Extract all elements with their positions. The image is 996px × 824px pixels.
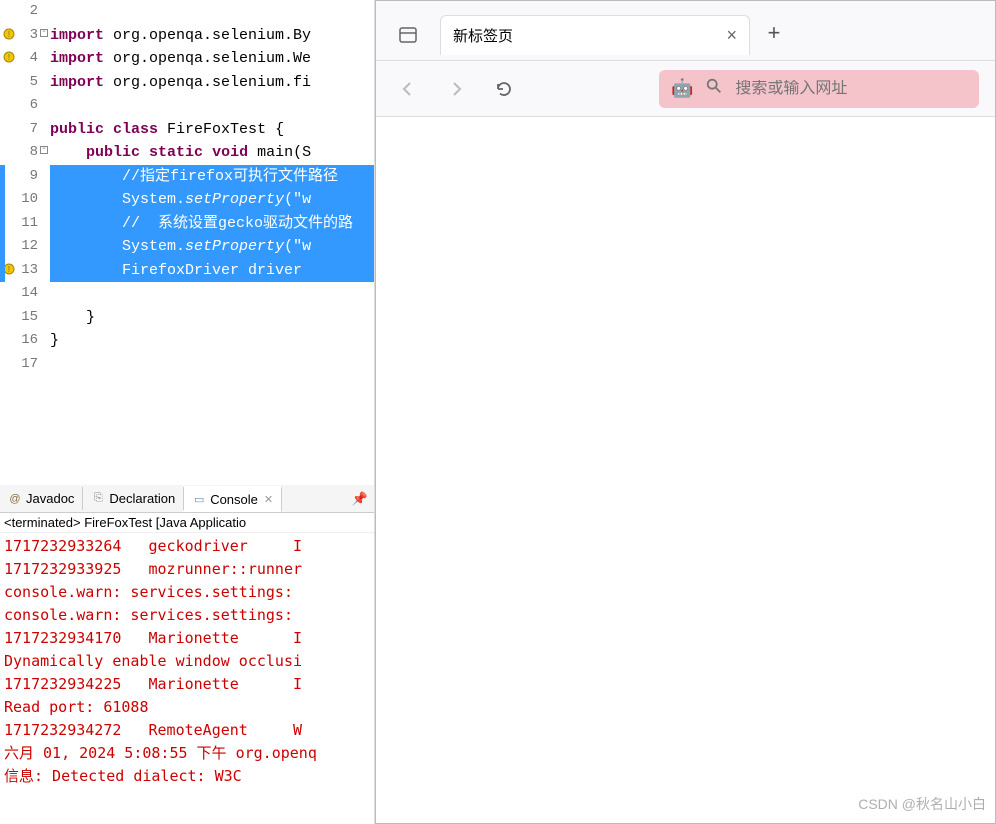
code-line[interactable]: 15 }: [0, 306, 374, 330]
url-input[interactable]: [735, 80, 967, 98]
pin-icon[interactable]: 📌: [352, 491, 368, 507]
tab-label: Console: [210, 492, 258, 507]
code-text: }: [50, 329, 374, 353]
fold-icon[interactable]: -: [40, 146, 48, 154]
line-number: 2: [0, 0, 50, 24]
close-icon[interactable]: ×: [726, 25, 737, 46]
line-number: 4!: [0, 47, 50, 71]
javadoc-icon: @: [8, 492, 22, 506]
reload-button[interactable]: [488, 73, 520, 105]
code-text: [50, 353, 374, 377]
code-text: [50, 282, 374, 306]
tab-label: Declaration: [109, 491, 175, 506]
browser-tabbar: 新标签页 × +: [376, 1, 995, 61]
tab-title: 新标签页: [453, 25, 513, 46]
code-text: System.setProperty("w: [50, 188, 374, 212]
code-text: import org.openqa.selenium.fi: [50, 71, 374, 95]
line-number: 17: [0, 353, 50, 377]
code-line[interactable]: 9 //指定firefox可执行文件路径: [0, 165, 374, 189]
console-line: console.warn: services.settings:: [4, 604, 370, 627]
console-line: 1717232934272 RemoteAgent W: [4, 719, 370, 742]
bottom-tabs: @ Javadoc ⎘ Declaration ▭ Console ✕ 📌: [0, 485, 374, 513]
code-line[interactable]: 6: [0, 94, 374, 118]
svg-text:!: !: [6, 265, 11, 275]
code-line[interactable]: 11 // 系统设置gecko驱动文件的路: [0, 212, 374, 236]
console-line: 1717232934170 Marionette I: [4, 627, 370, 650]
declaration-icon: ⎘: [91, 492, 105, 506]
code-line[interactable]: 12 System.setProperty("w: [0, 235, 374, 259]
line-number: 5: [0, 71, 50, 95]
console-line: 信息: Detected dialect: W3C: [4, 765, 370, 788]
code-line[interactable]: 4!import org.openqa.selenium.We: [0, 47, 374, 71]
code-text: [50, 0, 374, 24]
code-line[interactable]: 13! FirefoxDriver driver: [0, 259, 374, 283]
console-line: 1717232934225 Marionette I: [4, 673, 370, 696]
code-line[interactable]: 14: [0, 282, 374, 306]
tab-declaration[interactable]: ⎘ Declaration: [83, 487, 184, 510]
url-bar[interactable]: 🤖: [659, 70, 979, 108]
code-line[interactable]: 5import org.openqa.selenium.fi: [0, 71, 374, 95]
svg-text:!: !: [6, 30, 11, 40]
tab-console[interactable]: ▭ Console ✕: [184, 486, 282, 512]
console-output[interactable]: 1717232933264 geckodriver I1717232933925…: [0, 533, 374, 790]
robot-icon: 🤖: [671, 78, 693, 99]
browser-content: [376, 117, 995, 823]
browser-window: 新标签页 × + 🤖: [375, 0, 996, 824]
browser-tab[interactable]: 新标签页 ×: [440, 15, 750, 55]
line-number: 11: [0, 212, 50, 236]
warning-icon: !: [2, 50, 16, 64]
fold-icon[interactable]: -: [40, 29, 48, 37]
line-number: 8-: [0, 141, 50, 165]
code-line[interactable]: 8- public static void main(S: [0, 141, 374, 165]
warning-icon: !: [2, 27, 16, 41]
code-text: // 系统设置gecko驱动文件的路: [50, 212, 374, 236]
search-icon: [705, 77, 723, 100]
browser-toolbar: 🤖: [376, 61, 995, 117]
code-text: System.setProperty("w: [50, 235, 374, 259]
console-icon: ▭: [192, 493, 206, 507]
console-line: console.warn: services.settings:: [4, 581, 370, 604]
code-line[interactable]: 2: [0, 0, 374, 24]
code-text: }: [50, 306, 374, 330]
code-line[interactable]: 17: [0, 353, 374, 377]
code-text: import org.openqa.selenium.We: [50, 47, 374, 71]
close-icon[interactable]: ✕: [264, 493, 273, 506]
svg-text:!: !: [6, 53, 11, 63]
line-number: 10: [0, 188, 50, 212]
line-number: 12: [0, 235, 50, 259]
console-status: <terminated> FireFoxTest [Java Applicati…: [0, 513, 374, 533]
line-number: 9: [0, 165, 50, 189]
console-line: Dynamically enable window occlusi: [4, 650, 370, 673]
line-number: 3!-: [0, 24, 50, 48]
ide-panel: 23!-import org.openqa.selenium.By4!impor…: [0, 0, 375, 824]
tab-label: Javadoc: [26, 491, 74, 506]
forward-button[interactable]: [440, 73, 472, 105]
code-line[interactable]: 16}: [0, 329, 374, 353]
code-text: FirefoxDriver driver: [50, 259, 374, 283]
code-editor[interactable]: 23!-import org.openqa.selenium.By4!impor…: [0, 0, 374, 485]
line-number: 7: [0, 118, 50, 142]
watermark: CSDN @秋名山小白: [858, 794, 986, 814]
code-text: public static void main(S: [50, 141, 374, 165]
console-line: 六月 01, 2024 5:08:55 下午 org.openq: [4, 742, 370, 765]
new-tab-button[interactable]: +: [758, 19, 790, 51]
back-button[interactable]: [392, 73, 424, 105]
code-line[interactable]: 10 System.setProperty("w: [0, 188, 374, 212]
code-text: import org.openqa.selenium.By: [50, 24, 374, 48]
code-text: [50, 94, 374, 118]
line-number: 14: [0, 282, 50, 306]
sidebar-toggle-icon[interactable]: [392, 19, 424, 51]
line-number: 15: [0, 306, 50, 330]
line-number: 6: [0, 94, 50, 118]
console-line: 1717232933925 mozrunner::runner: [4, 558, 370, 581]
console-line: 1717232933264 geckodriver I: [4, 535, 370, 558]
line-number: 16: [0, 329, 50, 353]
console-line: Read port: 61088: [4, 696, 370, 719]
tab-javadoc[interactable]: @ Javadoc: [0, 487, 83, 510]
code-line[interactable]: 7public class FireFoxTest {: [0, 118, 374, 142]
line-number: 13!: [0, 259, 50, 283]
code-line[interactable]: 3!-import org.openqa.selenium.By: [0, 24, 374, 48]
code-text: //指定firefox可执行文件路径: [50, 165, 374, 189]
code-text: public class FireFoxTest {: [50, 118, 374, 142]
